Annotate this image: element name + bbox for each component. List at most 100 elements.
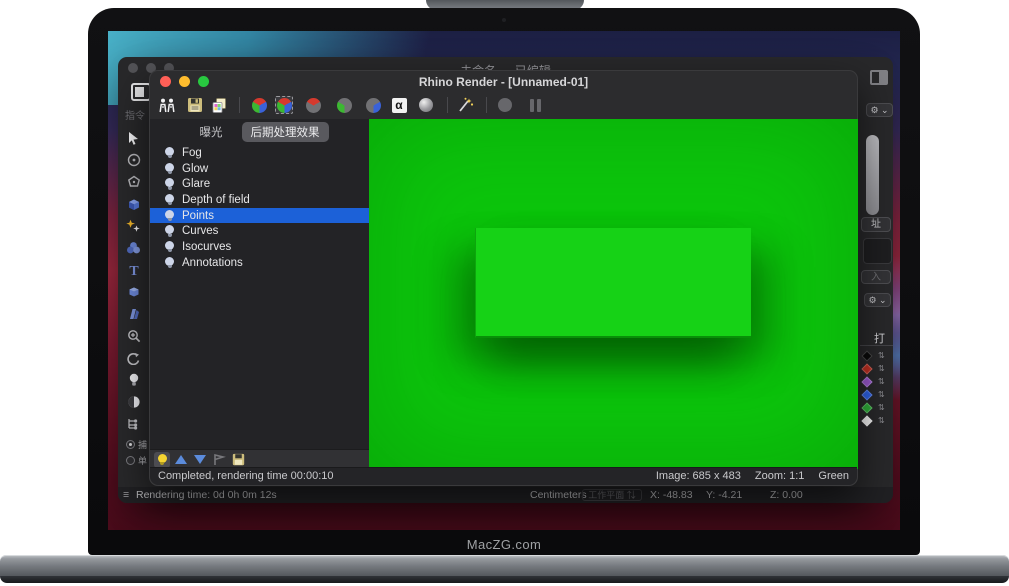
- layer-color-swatch[interactable]: [861, 350, 872, 361]
- panel-text-field[interactable]: [863, 238, 892, 264]
- tab-exposure[interactable]: 曝光: [191, 122, 232, 142]
- cplane-dropdown[interactable]: 工作平面 ⇅: [582, 489, 642, 501]
- light-tool-icon[interactable]: [126, 372, 142, 388]
- transform-tool-icon[interactable]: [126, 218, 142, 234]
- shaded-view-tool-icon[interactable]: [126, 394, 142, 410]
- layer-row[interactable]: ⇅: [863, 390, 885, 399]
- panel-toggle-icon[interactable]: [870, 70, 888, 85]
- effects-footer-toolbar: [150, 449, 369, 469]
- bulb-icon: [165, 163, 174, 175]
- zoom-tool-icon[interactable]: [126, 328, 142, 344]
- effects-panel: 曝光 后期处理效果 Fog Glow Glare Depth of field …: [150, 119, 369, 449]
- webcam-icon: [502, 18, 506, 22]
- print-width-stepper-icon[interactable]: ⇅: [878, 365, 885, 373]
- rotate-view-tool-icon[interactable]: [126, 350, 142, 366]
- watermark: MacZG.com: [88, 537, 920, 552]
- copy-to-clipboard-icon[interactable]: [210, 96, 228, 114]
- layer-row[interactable]: ⇅: [863, 377, 885, 386]
- laptop-base: [0, 555, 1009, 576]
- list-item-curves[interactable]: Curves: [150, 223, 369, 239]
- effects-tab-bar: 曝光 后期处理效果: [150, 119, 369, 141]
- layer-color-swatch[interactable]: [861, 363, 872, 374]
- print-width-stepper-icon[interactable]: ⇅: [878, 404, 885, 412]
- rendered-image-viewport[interactable]: [369, 119, 858, 469]
- layer-color-swatch[interactable]: [861, 376, 872, 387]
- svg-text:T: T: [129, 264, 139, 277]
- layer-row[interactable]: ⇅: [863, 351, 885, 360]
- layer-color-list: ⇅ ⇅ ⇅ ⇅ ⇅ ⇅: [863, 351, 885, 425]
- print-width-stepper-icon[interactable]: ⇅: [878, 417, 885, 425]
- circle-tool-icon[interactable]: [126, 152, 142, 168]
- rendered-box-object: [475, 228, 751, 338]
- laptop-lid: MacZG.com 未命名 — 已编辑 ⚙ ⌄: [88, 8, 920, 555]
- list-item-glare[interactable]: Glare: [150, 176, 369, 192]
- url-button[interactable]: 址: [861, 217, 891, 232]
- status-menu-icon[interactable]: ≡: [123, 487, 129, 503]
- list-item-annotations[interactable]: Annotations: [150, 255, 369, 271]
- macos-desktop: 未命名 — 已编辑 ⚙ ⌄ 指令 T: [108, 31, 900, 530]
- layer-row[interactable]: ⇅: [863, 416, 885, 425]
- channel-label: Green: [818, 470, 849, 482]
- solid-tool-icon[interactable]: [126, 284, 142, 300]
- tab-post-effects[interactable]: 后期处理效果: [242, 122, 329, 142]
- red-channel-icon[interactable]: [304, 96, 322, 114]
- spheres-tool-icon[interactable]: [126, 240, 142, 256]
- blue-channel-icon[interactable]: [364, 96, 382, 114]
- panel-gear-menu-bottom[interactable]: ⚙ ⌄: [864, 293, 891, 307]
- list-item-points[interactable]: Points: [150, 208, 369, 224]
- layer-color-swatch[interactable]: [861, 402, 872, 413]
- toggle-effect-bulb-icon[interactable]: [154, 452, 170, 468]
- main-status-bar: ≡ Rendering time: 0d 0h 0m 12s Centimete…: [118, 487, 893, 503]
- bulb-icon: [165, 225, 174, 237]
- record-icon[interactable]: [496, 96, 514, 114]
- material-sphere-icon[interactable]: [417, 96, 435, 114]
- rendering-time-status: Rendering time: 0d 0h 0m 12s: [136, 487, 277, 503]
- insert-button[interactable]: 入: [861, 270, 891, 284]
- radio-icon[interactable]: [126, 456, 135, 465]
- move-down-icon[interactable]: [192, 452, 208, 468]
- list-item-depth-of-field[interactable]: Depth of field: [150, 192, 369, 208]
- post-effects-wand-icon[interactable]: [456, 96, 474, 114]
- polygon-tool-icon[interactable]: [126, 174, 142, 190]
- box-tool-icon[interactable]: [126, 196, 142, 212]
- panel-gear-menu-top[interactable]: ⚙ ⌄: [866, 103, 893, 117]
- bulb-icon: [165, 194, 174, 206]
- list-item-glow[interactable]: Glow: [150, 161, 369, 177]
- layer-color-swatch[interactable]: [861, 389, 872, 400]
- image-size-label: Image: 685 x 483: [656, 470, 741, 482]
- save-effects-icon[interactable]: [230, 452, 246, 468]
- rgb-channels-icon[interactable]: [250, 96, 268, 114]
- rhino-render-window: Rhino Render - [Unnamed-01] α: [149, 70, 858, 486]
- green-channel-icon[interactable]: [335, 96, 353, 114]
- snap-option-row[interactable]: 捕: [126, 438, 147, 451]
- units-label[interactable]: Centimeters: [530, 487, 587, 503]
- select-cursor-icon[interactable]: [126, 130, 142, 146]
- pause-icon[interactable]: [526, 96, 544, 114]
- list-item-fog[interactable]: Fog: [150, 145, 369, 161]
- surface-tool-icon[interactable]: [126, 306, 142, 322]
- tree-tool-icon[interactable]: [126, 416, 142, 432]
- effects-list: Fog Glow Glare Depth of field Points Cur…: [150, 145, 369, 271]
- snap-option-row[interactable]: 单: [126, 454, 147, 467]
- coordinate-z: Z: 0.00: [770, 487, 803, 503]
- print-width-stepper-icon[interactable]: ⇅: [878, 352, 885, 360]
- flag-icon[interactable]: [211, 452, 227, 468]
- save-icon[interactable]: [186, 96, 204, 114]
- radio-icon[interactable]: [126, 440, 135, 449]
- tool-sidebar: 指令 T: [118, 107, 149, 467]
- layer-row[interactable]: ⇅: [863, 364, 885, 373]
- layer-row[interactable]: ⇅: [863, 403, 885, 412]
- text-tool-icon[interactable]: T: [126, 262, 142, 278]
- rgb-channels-selected-icon[interactable]: [275, 96, 293, 114]
- alpha-channel-icon[interactable]: α: [390, 96, 408, 114]
- list-item-isocurves[interactable]: Isocurves: [150, 239, 369, 255]
- layer-color-swatch[interactable]: [861, 415, 872, 426]
- save-incremental-people-icon[interactable]: [158, 96, 176, 114]
- move-up-icon[interactable]: [173, 452, 189, 468]
- divider: [239, 97, 240, 113]
- print-width-stepper-icon[interactable]: ⇅: [878, 391, 885, 399]
- viewport-layout-icon[interactable]: [131, 83, 151, 101]
- print-width-stepper-icon[interactable]: ⇅: [878, 378, 885, 386]
- panel-scrollbar[interactable]: [866, 135, 879, 215]
- laptop-base-edge: [0, 576, 1009, 583]
